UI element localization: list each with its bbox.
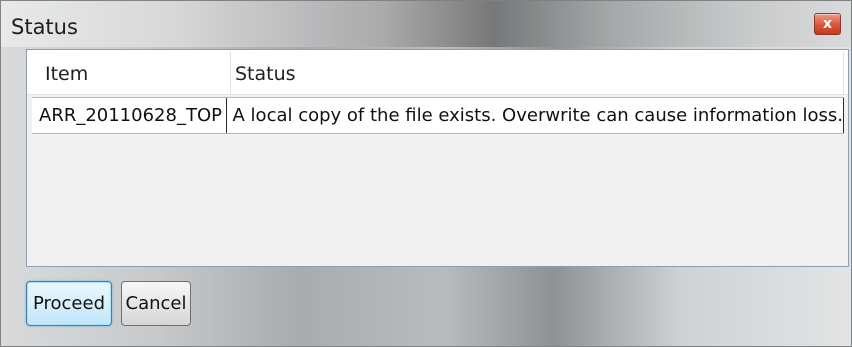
close-icon: x <box>822 16 833 32</box>
close-button[interactable]: x <box>814 13 841 35</box>
window-title: Status <box>11 15 78 39</box>
cancel-button[interactable]: Cancel <box>121 281 191 326</box>
status-list: Item Status ARR_20110628_TOP A local cop… <box>26 49 849 267</box>
column-separator[interactable] <box>843 52 844 94</box>
cell-status: A local copy of the file exists. Overwri… <box>227 98 844 133</box>
table-row[interactable]: ARR_20110628_TOP A local copy of the fil… <box>32 97 844 134</box>
status-dialog: Status x Item Status ARR_20110628_TOP A … <box>0 0 852 347</box>
column-header-status[interactable]: Status <box>235 63 296 85</box>
column-separator[interactable] <box>230 52 231 94</box>
list-header: Item Status <box>27 50 848 95</box>
cell-item: ARR_20110628_TOP <box>32 98 227 133</box>
title-bar[interactable]: Status x <box>1 1 851 47</box>
column-header-item[interactable]: Item <box>45 63 88 85</box>
proceed-button[interactable]: Proceed <box>26 281 112 326</box>
